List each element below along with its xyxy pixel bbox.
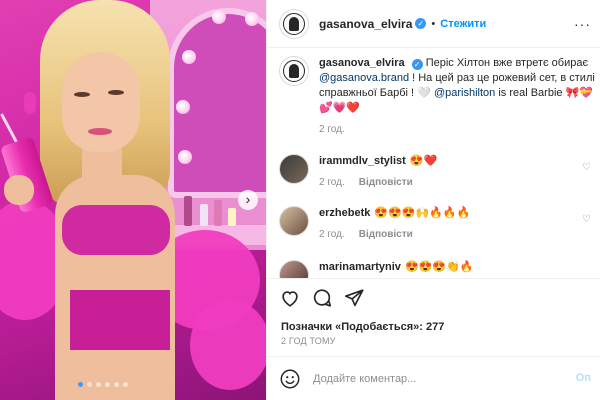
carousel-next-button[interactable]: › [238, 190, 258, 210]
comment-icon[interactable] [311, 287, 333, 309]
follow-button[interactable]: Стежити [440, 18, 486, 30]
photo-boa [190, 300, 266, 390]
photo-bulb [176, 100, 190, 114]
photo-hand [4, 175, 34, 205]
heart-icon[interactable]: ♡ [582, 162, 591, 173]
photo-bulb [212, 10, 226, 24]
post-comment-button[interactable]: Оп [576, 372, 591, 384]
comment-item: marinamartyniv 😍😍😍👏🔥 [279, 260, 595, 278]
author-avatar[interactable] [279, 56, 309, 86]
post-time[interactable]: 2 ГОД ТОМУ [281, 336, 336, 346]
comment-item: irammdlv_stylist 😍❤️ 2 год. Відповісти ♡ [279, 154, 595, 188]
comment-text: irammdlv_stylist 😍❤️ [319, 154, 595, 169]
reply-button[interactable]: Відповісти [359, 177, 413, 188]
verified-icon: ✓ [411, 59, 423, 70]
likes-count[interactable]: Позначки «Подобається»: 277 [281, 321, 444, 333]
photo-earring [24, 92, 36, 114]
photo-bottle [228, 208, 236, 226]
mention-link[interactable]: @gasanova.brand [319, 72, 409, 84]
carousel-dot [123, 382, 128, 387]
comment-text: marinamartyniv 😍😍😍👏🔥 [319, 260, 595, 275]
post-panel: gasanova_elvira ✓ • Стежити ··· gasanova… [266, 0, 600, 400]
comment-username[interactable]: erzhebetk [319, 207, 370, 219]
photo-eye [74, 92, 90, 97]
reply-button[interactable]: Відповісти [359, 229, 413, 240]
caption-text: gasanova_elvira ✓ Періс Хілтон вже втретє… [319, 56, 595, 116]
photo-outfit-top [62, 205, 170, 255]
post-header: gasanova_elvira ✓ • Стежити ··· [267, 0, 600, 48]
heart-icon[interactable]: ♡ [582, 214, 591, 225]
comment-meta: 2 год. Відповісти [319, 177, 595, 188]
carousel-dot [96, 382, 101, 387]
photo-bulb [178, 150, 192, 164]
comment-body: 😍😍😍👏🔥 [404, 261, 474, 273]
post-photo[interactable]: › [0, 0, 266, 400]
photo-bulb [245, 12, 259, 26]
comment-body: 😍❤️ [409, 155, 438, 167]
header-separator: • [431, 17, 436, 30]
mention-link[interactable]: @parishilton [434, 87, 495, 99]
photo-bottle [214, 200, 222, 226]
comments-list[interactable]: gasanova_elvira ✓ Періс Хілтон вже втретє… [267, 56, 600, 278]
caption-text-part: Періс Хілтон вже втретє обирає [425, 57, 589, 69]
more-icon[interactable]: ··· [574, 16, 591, 32]
author-username[interactable]: gasanova_elvira [319, 17, 412, 31]
author-avatar[interactable] [279, 8, 309, 39]
comment-body: 😍😍😍🙌🔥🔥🔥 [374, 207, 471, 219]
photo-bulb [182, 50, 196, 64]
comment-input[interactable] [313, 372, 543, 385]
add-comment-bar: Оп [267, 356, 600, 400]
comment-username[interactable]: marinamartyniv [319, 261, 401, 273]
comment-time[interactable]: 2 год. [319, 177, 345, 188]
photo-outfit-bottom [70, 290, 170, 350]
verified-icon: ✓ [415, 18, 427, 29]
photo-lips [88, 128, 112, 135]
comment-time[interactable]: 2 год. [319, 229, 345, 240]
comment-username[interactable]: irammdlv_stylist [319, 155, 406, 167]
carousel-dot [114, 382, 119, 387]
post-actions: Позначки «Подобається»: 277 2 ГОД ТОМУ [267, 278, 600, 348]
comment-meta: 2 год. Відповісти [319, 229, 595, 240]
carousel-dot [105, 382, 110, 387]
comment-text: erzhebetk 😍😍😍🙌🔥🔥🔥 [319, 206, 595, 221]
carousel-dot [78, 382, 83, 387]
emoji-icon[interactable] [279, 368, 301, 390]
photo-bottle [200, 204, 208, 226]
photo-bottle [184, 196, 192, 226]
photo-straw [0, 113, 19, 145]
carousel-dots [78, 382, 128, 387]
caption-meta: 2 год. [319, 124, 595, 135]
chevron-right-icon: › [245, 191, 251, 207]
photo-eye [108, 90, 124, 95]
commenter-avatar[interactable] [279, 206, 309, 236]
commenter-avatar[interactable] [279, 154, 309, 184]
caption: gasanova_elvira ✓ Періс Хілтон вже втретє… [279, 56, 595, 135]
carousel-dot [87, 382, 92, 387]
heart-icon[interactable] [279, 287, 301, 309]
caption-username[interactable]: gasanova_elvira [319, 57, 405, 69]
commenter-avatar[interactable] [279, 260, 309, 278]
share-icon[interactable] [343, 287, 365, 309]
comment-item: erzhebetk 😍😍😍🙌🔥🔥🔥 2 год. Відповісти ♡ [279, 206, 595, 240]
photo-face [62, 52, 140, 152]
caption-time[interactable]: 2 год. [319, 124, 345, 135]
